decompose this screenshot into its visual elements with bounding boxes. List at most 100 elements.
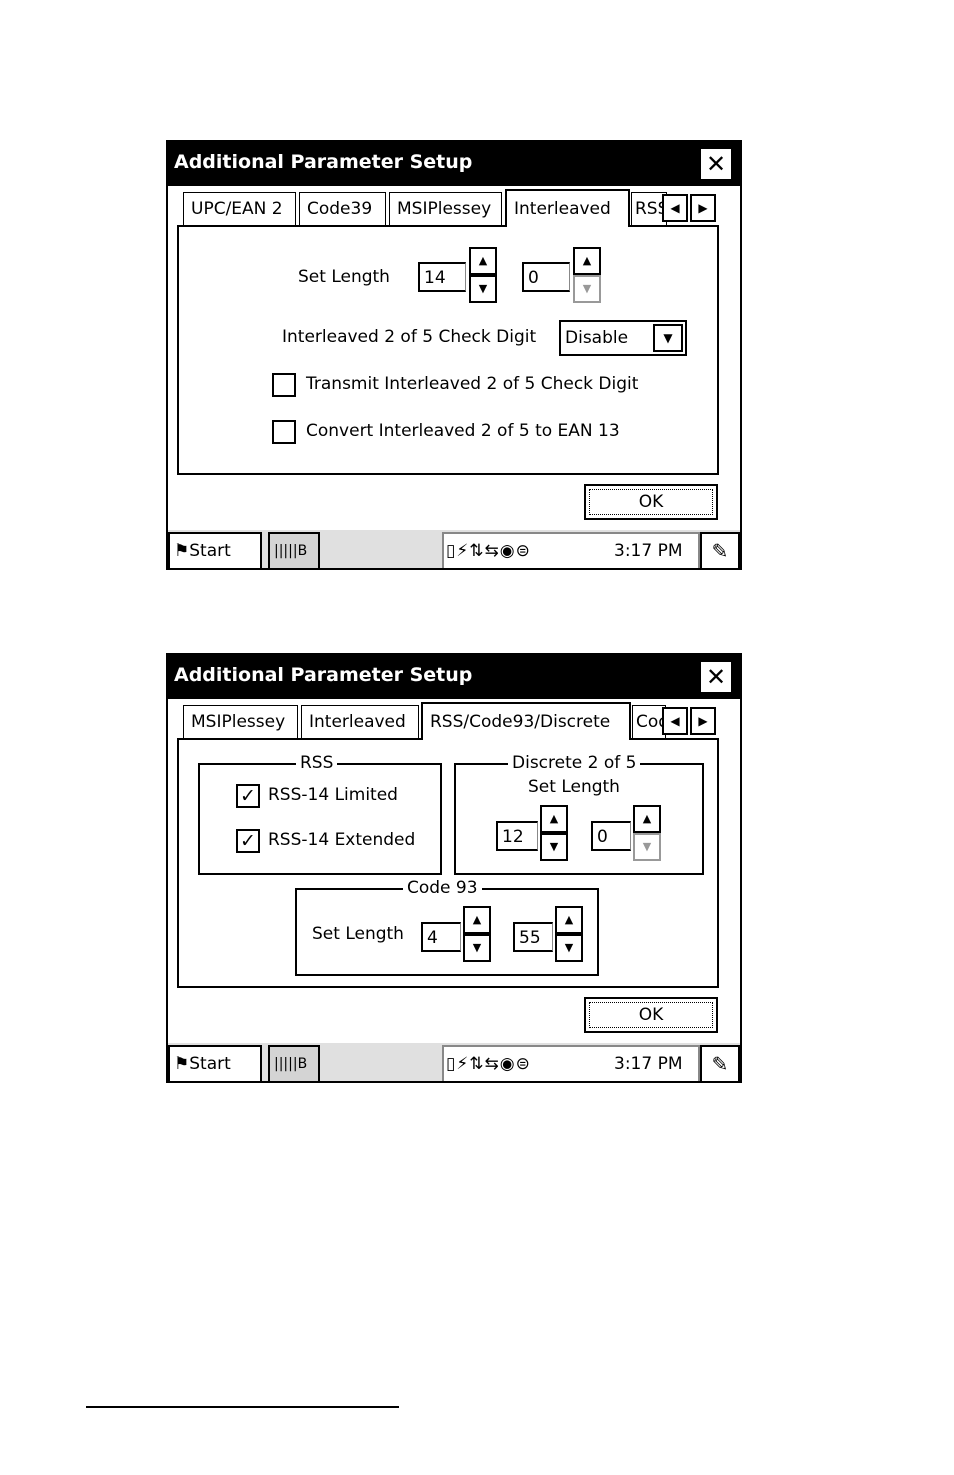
ok-button[interactable]: OK — [584, 484, 718, 520]
input-icon[interactable]: ⊜ — [516, 541, 531, 561]
input-panel-icon[interactable]: ✎ — [700, 532, 740, 568]
app-label: B — [297, 1056, 308, 1072]
tab-scroll-right-icon[interactable]: ▶ — [690, 194, 716, 222]
spin-down-icon[interactable]: ▼ — [555, 934, 583, 962]
system-tray: ▯⚡⇅⇆◉⊜ 3:17 PM — [442, 532, 700, 568]
code93-min-field[interactable]: 4 — [421, 922, 461, 952]
ok-button[interactable]: OK — [584, 997, 718, 1033]
ok-label: OK — [589, 489, 713, 515]
start-label: Start — [189, 1054, 231, 1074]
spin-up-icon[interactable]: ▲ — [573, 247, 601, 275]
clock[interactable]: 3:17 PM — [614, 1047, 683, 1081]
footnote-rule — [86, 1406, 399, 1408]
discrete-min-spinner: ▲ ▼ — [540, 805, 568, 861]
windows-flag-icon: ⚑ — [174, 1054, 190, 1074]
tray-icons[interactable]: ▯⚡⇅⇆◉⊜ — [446, 1047, 531, 1081]
input-icon[interactable]: ⊜ — [516, 1054, 531, 1074]
tab-scroll-left-icon[interactable]: ◀ — [662, 707, 688, 735]
check-digit-value: Disable — [565, 328, 629, 348]
start-button[interactable]: ⚑Start — [168, 1045, 262, 1081]
discrete-group: Discrete 2 of 5 Set Length 12 ▲ ▼ 0 ▲ ▼ — [454, 751, 704, 875]
set-length-max-spinner: ▲ ▼ — [573, 247, 601, 303]
convert-checkbox[interactable] — [272, 420, 296, 444]
tab-rss-code93-discrete[interactable]: RSS/Code93/Discrete — [421, 702, 631, 740]
dialog-title: Additional Parameter Setup — [174, 664, 473, 686]
check-digit-select[interactable]: Disable ▼ — [559, 320, 687, 356]
start-button[interactable]: ⚑Start — [168, 532, 262, 568]
clock[interactable]: 3:17 PM — [614, 534, 683, 568]
tab-panel: RSS ✓ RSS-14 Limited ✓ RSS-14 Extended D… — [177, 738, 719, 988]
spin-down-icon[interactable]: ▼ — [469, 275, 497, 303]
barcode-icon: ||||| — [274, 543, 298, 559]
code93-group-title: Code 93 — [403, 876, 482, 900]
tab-panel: Set Length 14 ▲ ▼ 0 ▲ ▼ Interleaved 2 of… — [177, 225, 719, 475]
tray-icons[interactable]: ▯⚡⇅⇆◉⊜ — [446, 534, 531, 568]
rss14-limited-label: RSS-14 Limited — [268, 785, 398, 805]
set-length-label: Set Length — [298, 267, 390, 287]
discrete-max-spinner: ▲ ▼ — [633, 805, 661, 861]
battery-icon[interactable]: ▯⚡ — [446, 1054, 469, 1074]
close-button[interactable]: ✕ — [700, 148, 732, 180]
spin-down-icon[interactable]: ▼ — [540, 833, 568, 861]
network-icon[interactable]: ⇅ — [469, 541, 484, 561]
rss14-limited-checkbox[interactable]: ✓ — [236, 784, 260, 808]
tab-interleaved[interactable]: Interleaved — [505, 189, 630, 227]
windows-flag-icon: ⚑ — [174, 541, 190, 561]
convert-label: Convert Interleaved 2 of 5 to EAN 13 — [306, 421, 620, 441]
discrete-max-field[interactable]: 0 — [591, 821, 631, 851]
ok-label: OK — [589, 1002, 713, 1028]
volume-icon[interactable]: ◉ — [500, 541, 516, 561]
set-length-max-field[interactable]: 0 — [522, 262, 570, 292]
taskbar-app-button[interactable]: |||||B — [268, 1045, 320, 1081]
chevron-down-icon[interactable]: ▼ — [653, 324, 683, 352]
title-bar: Additional Parameter Setup ✕ — [168, 142, 740, 186]
code93-min-spinner: ▲ ▼ — [463, 906, 491, 962]
spin-up-icon[interactable]: ▲ — [555, 906, 583, 934]
spin-up-icon[interactable]: ▲ — [463, 906, 491, 934]
tab-msiplessey[interactable]: MSIPlessey — [183, 705, 298, 739]
set-length-min-field[interactable]: 14 — [418, 262, 466, 292]
spin-down-icon[interactable]: ▼ — [573, 275, 601, 303]
taskbar: ⚑Start |||||B ▯⚡⇅⇆◉⊜ 3:17 PM ✎ — [168, 528, 740, 568]
check-digit-label: Interleaved 2 of 5 Check Digit — [282, 327, 537, 347]
spin-down-icon[interactable]: ▼ — [633, 833, 661, 861]
volume-icon[interactable]: ◉ — [500, 1054, 516, 1074]
spin-up-icon[interactable]: ▲ — [469, 247, 497, 275]
code93-group: Code 93 Set Length 4 ▲ ▼ 55 ▲ ▼ — [295, 876, 599, 976]
taskbar-app-button[interactable]: |||||B — [268, 532, 320, 568]
dialog-title: Additional Parameter Setup — [174, 151, 473, 173]
tab-code[interactable]: Code — [632, 705, 666, 739]
tab-upc-ean-2[interactable]: UPC/EAN 2 — [183, 192, 296, 226]
rss14-extended-checkbox[interactable]: ✓ — [236, 829, 260, 853]
start-label: Start — [189, 541, 231, 561]
input-panel-icon[interactable]: ✎ — [700, 1045, 740, 1081]
transmit-label: Transmit Interleaved 2 of 5 Check Digit — [306, 374, 639, 394]
battery-icon[interactable]: ▯⚡ — [446, 541, 469, 561]
code93-max-spinner: ▲ ▼ — [555, 906, 583, 962]
tab-scroll-left-icon[interactable]: ◀ — [662, 194, 688, 222]
title-bar: Additional Parameter Setup ✕ — [168, 655, 740, 699]
code93-set-length-label: Set Length — [312, 924, 404, 944]
rss14-extended-label: RSS-14 Extended — [268, 830, 416, 850]
dialog-rss-code93-discrete: Additional Parameter Setup ✕ MSIPlessey … — [166, 653, 742, 1083]
system-tray: ▯⚡⇅⇆◉⊜ 3:17 PM — [442, 1045, 700, 1081]
discrete-group-title: Discrete 2 of 5 — [508, 751, 641, 775]
dialog-interleaved: Additional Parameter Setup ✕ UPC/EAN 2 C… — [166, 140, 742, 570]
code93-max-field[interactable]: 55 — [513, 922, 553, 952]
rss-group-title: RSS — [296, 751, 338, 775]
transmit-checkbox[interactable] — [272, 373, 296, 397]
tab-code39[interactable]: Code39 — [299, 192, 386, 226]
discrete-min-field[interactable]: 12 — [496, 821, 538, 851]
sync-icon[interactable]: ⇆ — [485, 1054, 500, 1074]
tab-msiplessey[interactable]: MSIPlessey — [389, 192, 502, 226]
spin-up-icon[interactable]: ▲ — [540, 805, 568, 833]
rss-group: RSS ✓ RSS-14 Limited ✓ RSS-14 Extended — [198, 751, 442, 875]
set-length-min-spinner: ▲ ▼ — [469, 247, 497, 303]
close-button[interactable]: ✕ — [700, 661, 732, 693]
spin-down-icon[interactable]: ▼ — [463, 934, 491, 962]
network-icon[interactable]: ⇅ — [469, 1054, 484, 1074]
tab-scroll-right-icon[interactable]: ▶ — [690, 707, 716, 735]
sync-icon[interactable]: ⇆ — [485, 541, 500, 561]
spin-up-icon[interactable]: ▲ — [633, 805, 661, 833]
tab-interleaved[interactable]: Interleaved — [301, 705, 419, 739]
